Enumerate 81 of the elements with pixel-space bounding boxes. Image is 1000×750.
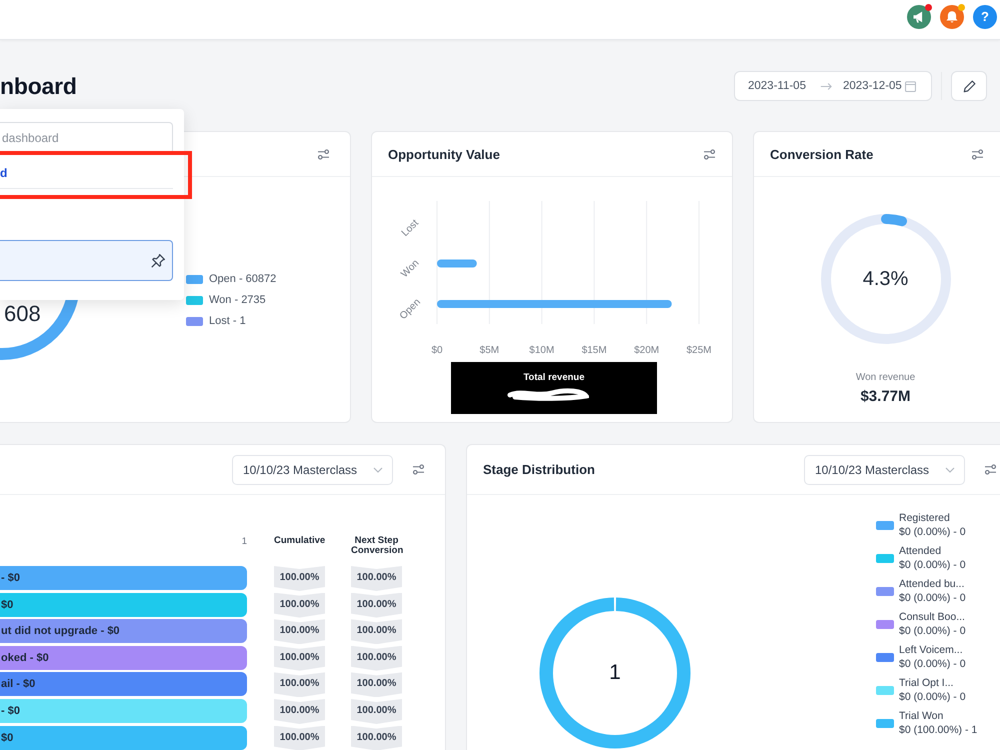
legend-label: Lost - 1 bbox=[209, 315, 246, 327]
end-date-field[interactable]: 2023-12-05 bbox=[842, 80, 902, 92]
won-revenue-value: $3.77M bbox=[860, 388, 911, 405]
funnel-bar: ut did not upgrade - $0 bbox=[0, 619, 247, 644]
next-step-percent: 100.00% bbox=[351, 619, 402, 644]
next-step-percent: 100.00% bbox=[351, 592, 402, 618]
event-filter-dropdown[interactable]: 10/10/23 Masterclass bbox=[804, 454, 965, 484]
legend-label: Attended bbox=[899, 544, 942, 558]
bar bbox=[437, 260, 477, 268]
legend-label: Trial Opt I... bbox=[899, 676, 954, 690]
edit-button[interactable] bbox=[951, 71, 987, 101]
card-title: Opportunity Value bbox=[388, 146, 500, 162]
legend-label: Left Voicem... bbox=[899, 643, 964, 657]
cumulative-percent: 100.00% bbox=[274, 672, 325, 698]
legend-value: $0 (0.00%) - 0 bbox=[899, 591, 966, 605]
legend-label: Trial Won bbox=[899, 709, 944, 723]
tick-label: $15M bbox=[582, 345, 607, 356]
sliders-icon[interactable] bbox=[984, 464, 997, 475]
conversion-value: 4.3% bbox=[862, 268, 908, 290]
donut-center-value: 1 bbox=[609, 661, 621, 685]
next-step-percent: 100.00% bbox=[351, 566, 402, 591]
megaphone-icon[interactable] bbox=[907, 4, 931, 28]
cumulative-percent: 100.00% bbox=[274, 698, 325, 724]
cumulative-percent: 100.00% bbox=[274, 646, 325, 671]
cumulative-percent: 100.00% bbox=[274, 619, 325, 644]
legend-value: $0 (0.00%) - 0 bbox=[899, 657, 966, 671]
funnel-bar: ail - $0 bbox=[0, 672, 247, 696]
cumulative-percent: 100.00% bbox=[274, 592, 325, 618]
cumulative-percent: 100.00% bbox=[274, 566, 325, 591]
sliders-icon[interactable] bbox=[317, 148, 330, 160]
next-step-percent: 100.00% bbox=[351, 726, 402, 750]
page-title: nboard bbox=[0, 72, 77, 101]
won-revenue-label: Won revenue bbox=[856, 372, 916, 383]
legend-label: Consult Boo... bbox=[899, 610, 966, 624]
tick-label: $5M bbox=[480, 345, 500, 356]
column-header: 1 bbox=[242, 535, 247, 547]
sliders-icon[interactable] bbox=[703, 148, 716, 160]
legend-label: Attended bu... bbox=[899, 577, 966, 591]
funnel-bar: - $0 bbox=[0, 698, 247, 723]
chevron-down-icon bbox=[373, 466, 383, 472]
axis-label: Won bbox=[399, 258, 422, 280]
event-filter-dropdown[interactable]: 10/10/23 Masterclass bbox=[232, 454, 393, 484]
legend-value: $0 (100.00%) - 1 bbox=[899, 723, 978, 737]
tick-label: $20M bbox=[634, 345, 660, 356]
pencil-icon bbox=[962, 80, 976, 92]
legend-label: Won - 2735 bbox=[209, 294, 266, 306]
funnel-bar: $0 bbox=[0, 592, 247, 617]
pin-icon[interactable] bbox=[150, 252, 166, 268]
legend-value: $0 (0.00%) - 0 bbox=[899, 624, 966, 638]
total-count: 608 bbox=[4, 302, 41, 326]
start-date-field[interactable]: 2023-11-05 bbox=[748, 80, 806, 92]
funnel-bar: oked - $0 bbox=[0, 646, 247, 670]
axis-label: Lost bbox=[400, 218, 421, 239]
chevron-down-icon bbox=[945, 466, 955, 472]
next-step-percent: 100.00% bbox=[351, 672, 402, 698]
tick-label: $10M bbox=[529, 345, 554, 356]
cumulative-percent: 100.00% bbox=[274, 726, 325, 750]
next-step-percent: 100.00% bbox=[351, 646, 402, 671]
menu-item[interactable]: d bbox=[0, 151, 192, 199]
card-title: Stage Distribution bbox=[483, 462, 595, 477]
legend-label: Open - 60872 bbox=[209, 273, 276, 285]
date-range-picker[interactable]: 2023-11-05 2023-12-05 bbox=[734, 71, 932, 101]
arrow-right-icon bbox=[820, 82, 832, 90]
column-header: Cumulative bbox=[274, 534, 325, 546]
legend-label: Registered bbox=[899, 511, 951, 525]
column-header: Next Step Conversion bbox=[351, 534, 402, 556]
search-field[interactable]: dashboard bbox=[0, 122, 173, 154]
tick-label: $25M bbox=[686, 345, 712, 356]
help-button[interactable]: ? bbox=[973, 4, 997, 28]
legend-value: $0 (0.00%) - 0 bbox=[899, 525, 966, 539]
legend-value: $0 (0.00%) - 0 bbox=[899, 690, 966, 704]
card-title: Conversion Rate bbox=[770, 146, 874, 162]
sliders-icon[interactable] bbox=[412, 464, 425, 475]
sliders-icon[interactable] bbox=[971, 148, 984, 160]
overlay-label: Total revenue bbox=[523, 372, 585, 383]
bell-icon[interactable] bbox=[940, 4, 964, 28]
next-step-percent: 100.00% bbox=[351, 698, 402, 724]
funnel-bar: - $0 bbox=[0, 566, 247, 590]
legend-value: $0 (0.00%) - 0 bbox=[899, 558, 966, 572]
tick-label: $0 bbox=[431, 345, 443, 356]
funnel-bar: $0 bbox=[0, 726, 247, 750]
